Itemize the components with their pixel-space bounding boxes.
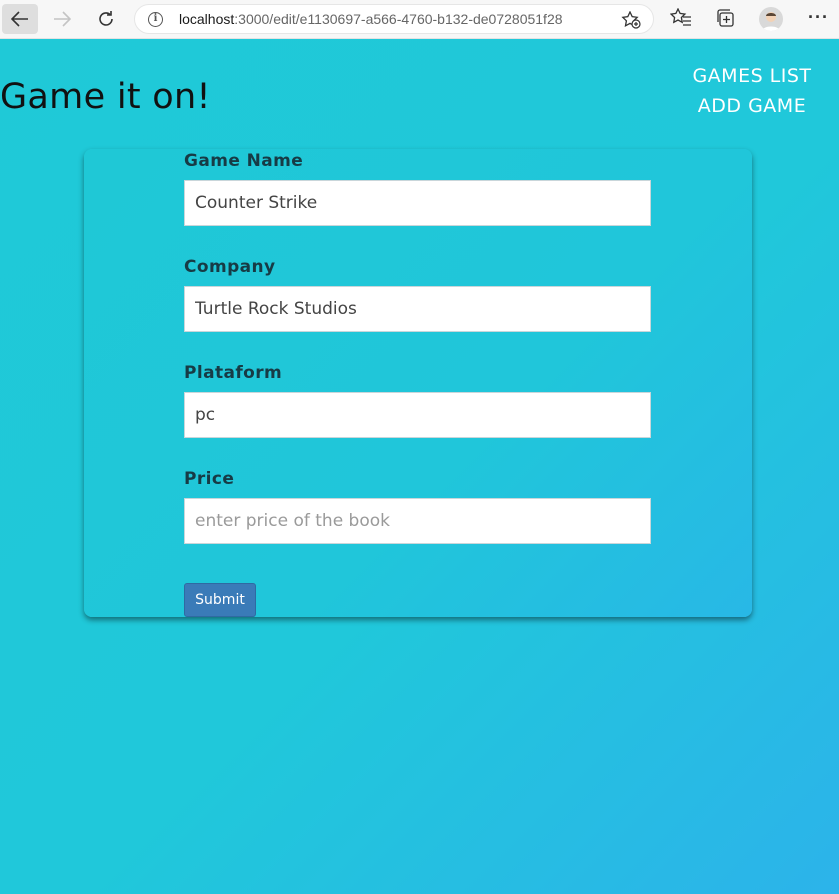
- nav-add-game[interactable]: ADD GAME: [672, 91, 832, 121]
- more-menu-icon[interactable]: ···: [808, 8, 829, 26]
- price-input[interactable]: [184, 498, 651, 544]
- user-icon: [762, 12, 780, 31]
- form-group-price: Price: [184, 468, 651, 544]
- site-title: Game it on!: [0, 77, 211, 117]
- edit-game-form: Game Name Company Plataform Price Submit: [84, 149, 752, 617]
- profile-avatar[interactable]: [759, 7, 783, 31]
- company-label: Company: [184, 257, 276, 277]
- platform-input[interactable]: [184, 392, 651, 438]
- arrow-right-icon: [54, 11, 71, 27]
- url-text[interactable]: localhost:3000/edit/e1130697-a566-4760-b…: [179, 11, 563, 27]
- company-input[interactable]: [184, 286, 651, 332]
- game-name-label: Game Name: [184, 151, 304, 171]
- platform-label: Plataform: [184, 363, 283, 383]
- arrow-left-icon: [11, 11, 28, 27]
- collections-icon[interactable]: [715, 8, 737, 28]
- url-host: localhost: [179, 11, 235, 27]
- nav-games-list[interactable]: GAMES LIST: [672, 61, 832, 91]
- top-nav: GAMES LIST ADD GAME: [672, 61, 832, 121]
- form-group-game-name: Game Name: [184, 150, 651, 226]
- page-background: Game it on! GAMES LIST ADD GAME Game Nam…: [0, 39, 839, 894]
- browser-toolbar: i localhost:3000/edit/e1130697-a566-4760…: [0, 0, 839, 39]
- price-label: Price: [184, 469, 235, 489]
- add-favorite-icon[interactable]: [621, 11, 641, 29]
- info-icon[interactable]: i: [148, 12, 163, 27]
- forward-button[interactable]: [46, 4, 78, 34]
- reload-button[interactable]: [90, 4, 122, 34]
- address-bar[interactable]: i localhost:3000/edit/e1130697-a566-4760…: [134, 4, 654, 34]
- form-group-platform: Plataform: [184, 362, 651, 438]
- reload-icon: [99, 11, 113, 26]
- submit-button[interactable]: Submit: [184, 583, 256, 617]
- form-group-company: Company: [184, 256, 651, 332]
- favorites-icon[interactable]: [670, 8, 692, 28]
- url-path: :3000/edit/e1130697-a566-4760-b132-de072…: [234, 11, 563, 27]
- back-button[interactable]: [2, 4, 38, 34]
- game-name-input[interactable]: [184, 180, 651, 226]
